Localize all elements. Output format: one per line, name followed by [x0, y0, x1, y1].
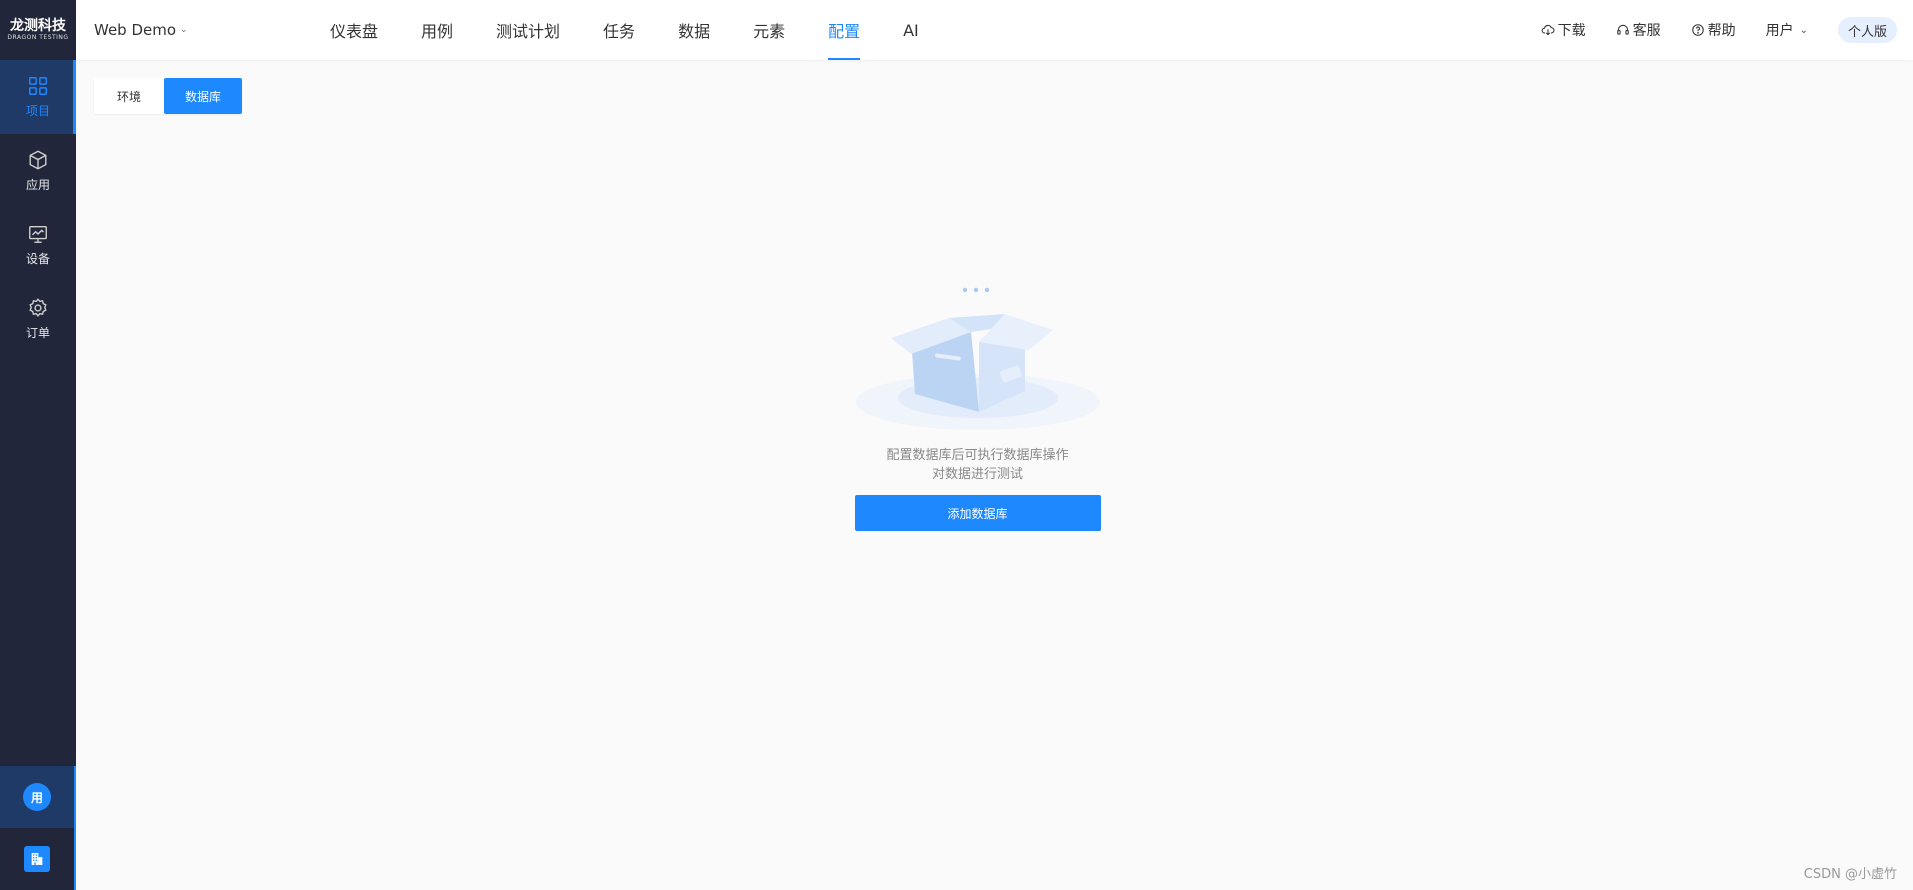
- empty-box-illustration: [855, 287, 1100, 430]
- logo-main-text: 龙测科技: [10, 18, 66, 34]
- nav-cases[interactable]: 用例: [421, 0, 453, 60]
- config-tabs: 环境 数据库: [94, 78, 242, 114]
- header-tools: 下载 客服 帮助 用户 ⌄ 个人版: [1541, 0, 1897, 60]
- user-menu[interactable]: 用户 ⌄: [1766, 20, 1808, 40]
- main-content: 环境 数据库 配置数据库后可执行数据库操作 对数据进行测试 添加数据库 CSDN…: [76, 60, 1913, 890]
- logo[interactable]: 龙测科技 DRAGON TESTING: [0, 0, 76, 60]
- nav-dashboard[interactable]: 仪表盘: [330, 0, 378, 60]
- project-selector[interactable]: Web Demo ⌄: [94, 0, 188, 60]
- user-label: 用户: [1765, 23, 1794, 39]
- empty-line-2: 对数据进行测试: [931, 467, 1023, 482]
- cube-icon: [29, 150, 47, 170]
- sidebar-bottom: 用: [0, 766, 76, 890]
- nav-tasks[interactable]: 任务: [603, 0, 635, 60]
- download-label: 下载: [1557, 23, 1586, 39]
- nav-test-plan[interactable]: 测试计划: [496, 0, 560, 60]
- building-icon: [24, 846, 50, 872]
- avatar: 用: [23, 783, 51, 811]
- help-button[interactable]: 帮助: [1691, 20, 1736, 40]
- help-icon: [1691, 24, 1704, 36]
- main-nav: 仪表盘 用例 测试计划 任务 数据 元素 配置 AI: [330, 0, 962, 60]
- nav-config[interactable]: 配置: [828, 0, 861, 60]
- chevron-down-icon: ⌄: [180, 25, 188, 35]
- grid-icon: [29, 77, 47, 95]
- project-name: Web Demo: [94, 21, 177, 39]
- logo-sub-text: DRAGON TESTING: [7, 34, 69, 41]
- add-database-button[interactable]: 添加数据库: [854, 495, 1101, 531]
- service-button[interactable]: 客服: [1616, 20, 1661, 40]
- service-label: 客服: [1632, 23, 1661, 39]
- sidebar-item-label: 应用: [25, 178, 50, 192]
- cloud-download-icon: [1541, 24, 1555, 36]
- empty-message: 配置数据库后可执行数据库操作 对数据进行测试: [886, 446, 1068, 484]
- monitor-icon: [29, 225, 47, 243]
- org-switch[interactable]: [0, 828, 76, 890]
- empty-state: 配置数据库后可执行数据库操作 对数据进行测试 添加数据库: [42, 256, 1913, 531]
- watermark: CSDN @小虚竹: [1803, 867, 1897, 882]
- chevron-down-icon: ⌄: [1799, 24, 1808, 36]
- nav-ai[interactable]: AI: [903, 0, 919, 60]
- empty-line-1: 配置数据库后可执行数据库操作: [886, 448, 1069, 463]
- tab-database[interactable]: 数据库: [164, 78, 242, 114]
- tab-environment[interactable]: 环境: [94, 78, 164, 114]
- user-switch[interactable]: 用: [0, 766, 76, 828]
- top-header: Web Demo ⌄ 仪表盘 用例 测试计划 任务 数据 元素 配置 AI 下载…: [76, 0, 1913, 60]
- plan-badge[interactable]: 个人版: [1837, 17, 1897, 43]
- nav-data[interactable]: 数据: [678, 0, 710, 60]
- help-label: 帮助: [1707, 23, 1736, 39]
- headset-icon: [1616, 24, 1629, 35]
- sidebar-item-label: 项目: [25, 104, 50, 118]
- sidebar-item-apps[interactable]: 应用: [0, 134, 76, 208]
- sidebar-item-project[interactable]: 项目: [0, 60, 76, 134]
- download-button[interactable]: 下载: [1541, 20, 1586, 40]
- nav-elements[interactable]: 元素: [753, 0, 785, 60]
